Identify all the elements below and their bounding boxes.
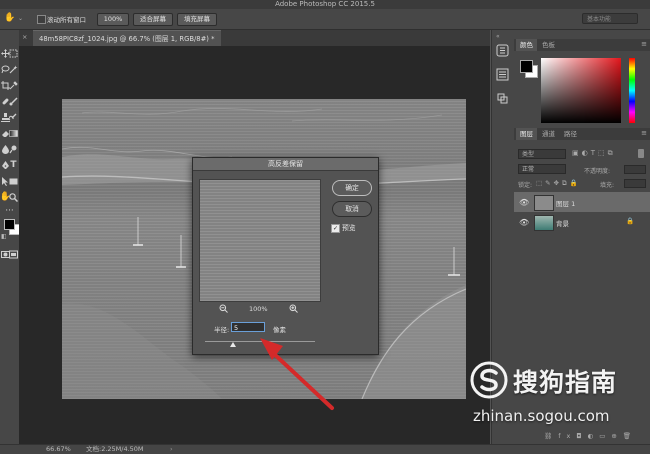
- default-colors-icon[interactable]: ◧: [1, 233, 7, 240]
- layer-row-1[interactable]: 👁 图层 1: [514, 192, 650, 212]
- eyedropper-tool-icon[interactable]: [9, 81, 18, 90]
- watermark-brand: 搜狗指南: [513, 368, 618, 397]
- layers-panel-footer-icons[interactable]: ⛓fx◘◐▭⊕🗑: [544, 432, 637, 440]
- layer-name: 图层 1: [556, 200, 576, 208]
- collapse-strip-icon[interactable]: «: [496, 33, 500, 40]
- lock-label: 锁定:: [518, 182, 533, 189]
- tools-panel: T ✋ ··· ◧: [0, 30, 20, 444]
- history-panel-icon[interactable]: [496, 44, 509, 57]
- workspace-select[interactable]: 基本功能: [582, 13, 638, 24]
- fill-screen-button[interactable]: 填充屏幕: [177, 13, 217, 26]
- more-tools-icon[interactable]: ···: [5, 207, 14, 216]
- layers-panel-tabs: 图层 通道 路径 ≡: [514, 128, 650, 140]
- zoom-100-button[interactable]: 100%: [97, 13, 129, 26]
- app-title: Adobe Photoshop CC 2015.5: [275, 0, 375, 8]
- ok-button[interactable]: 确定: [332, 180, 372, 196]
- history-brush-tool-icon[interactable]: [9, 113, 18, 122]
- tab-close-icon[interactable]: ×: [22, 33, 27, 41]
- radius-label: 半径:: [214, 326, 230, 334]
- zoom-in-icon[interactable]: [289, 304, 298, 313]
- opacity-label: 不透明度:: [584, 168, 611, 175]
- sogou-logo: [470, 361, 508, 399]
- cancel-button[interactable]: 取消: [332, 201, 372, 217]
- magic-wand-tool-icon[interactable]: [9, 65, 18, 74]
- properties-panel-icon[interactable]: [496, 92, 509, 105]
- lock-icons[interactable]: ⬚✎✥⧉🔒: [536, 179, 581, 188]
- sogou-watermark: 搜狗指南 zhinan.sogou.com: [465, 360, 650, 430]
- hue-slider[interactable]: [629, 58, 635, 123]
- color-panel-tabs: 颜色 色板 ≡: [514, 39, 650, 51]
- blend-mode-select[interactable]: 正常: [518, 164, 566, 174]
- visibility-eye-icon[interactable]: 👁: [519, 218, 529, 227]
- screen-mode-icon[interactable]: [9, 250, 18, 259]
- watermark-url: zhinan.sogou.com: [473, 407, 610, 425]
- preview-checkbox[interactable]: ✓: [331, 224, 340, 233]
- gradient-tool-icon[interactable]: [9, 129, 18, 138]
- dialog-title: 高反差保留: [193, 158, 378, 171]
- tab-layers[interactable]: 图层: [516, 128, 537, 140]
- fill-input[interactable]: [624, 179, 646, 188]
- filter-preview-area[interactable]: [199, 179, 321, 302]
- preview-zoom-level: 100%: [249, 305, 268, 313]
- color-panel-menu-icon[interactable]: ≡: [641, 40, 647, 48]
- foreground-color-swatch[interactable]: [4, 219, 15, 230]
- tab-color[interactable]: 颜色: [516, 39, 537, 51]
- fit-screen-button[interactable]: 适合屏幕: [133, 13, 173, 26]
- dodge-tool-icon[interactable]: [9, 145, 18, 154]
- layer-row-background[interactable]: 👁 背景 🔒: [514, 212, 650, 232]
- layers-panel-menu-icon[interactable]: ≡: [641, 129, 647, 137]
- hand-tool-icon[interactable]: ✋: [4, 13, 15, 24]
- marquee-tool-icon[interactable]: [9, 49, 18, 58]
- fill-label: 填充:: [600, 182, 615, 189]
- rectangle-tool-icon[interactable]: [9, 177, 18, 186]
- layer-thumbnail: [534, 195, 554, 211]
- filter-toggle-icon[interactable]: [638, 149, 644, 158]
- preview-label: 预览: [342, 224, 356, 232]
- radius-slider-thumb[interactable]: [229, 342, 236, 347]
- scroll-all-windows-checkbox[interactable]: [37, 15, 46, 24]
- layer-filter-icons[interactable]: ▣◐T⬚⧉: [572, 149, 616, 158]
- options-bar: ✋ ⌄ 滚动所有窗口 100% 适合屏幕 填充屏幕 基本功能: [0, 9, 650, 30]
- zoom-tool-icon[interactable]: [9, 193, 18, 202]
- tab-paths[interactable]: 路径: [560, 128, 581, 140]
- zoom-out-icon[interactable]: [219, 304, 228, 313]
- tool-preset-chevron-icon[interactable]: ⌄: [18, 15, 23, 22]
- tab-channels[interactable]: 通道: [538, 128, 559, 140]
- color-picker-field[interactable]: [541, 58, 621, 123]
- lock-icon: 🔒: [626, 217, 635, 225]
- red-arrow-annotation: [260, 338, 334, 410]
- title-bar: Adobe Photoshop CC 2015.5: [0, 0, 650, 9]
- document-tab[interactable]: 48m58PIC8zf_1024.jpg @ 66.7% (图层 1, RGB/…: [33, 30, 221, 47]
- type-tool-icon[interactable]: T: [9, 161, 18, 170]
- scroll-all-windows-label: 滚动所有窗口: [47, 16, 86, 24]
- document-tab-bar: × 48m58PIC8zf_1024.jpg @ 66.7% (图层 1, RG…: [19, 30, 490, 47]
- brush-tool-icon[interactable]: [9, 97, 18, 106]
- color-panel-foreground-swatch[interactable]: [520, 60, 533, 73]
- layer-kind-filter[interactable]: 类型: [518, 149, 566, 159]
- opacity-input[interactable]: [624, 165, 646, 174]
- layer-name: 背景: [556, 220, 569, 228]
- background-layer-thumbnail: [534, 215, 554, 231]
- tab-swatches[interactable]: 色板: [538, 39, 559, 51]
- adjustments-panel-icon[interactable]: [496, 68, 509, 81]
- visibility-eye-icon[interactable]: 👁: [519, 198, 529, 207]
